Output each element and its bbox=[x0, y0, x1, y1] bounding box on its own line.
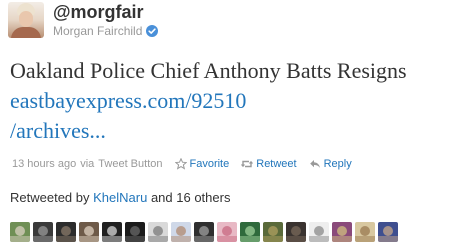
retweeter-avatar[interactable] bbox=[33, 222, 53, 242]
reply-arrow-icon bbox=[309, 158, 321, 170]
retweeter-avatar[interactable] bbox=[148, 222, 168, 242]
retweeter-avatars bbox=[10, 222, 401, 242]
retweeter-avatar[interactable] bbox=[332, 222, 352, 242]
retweeter-avatar[interactable] bbox=[56, 222, 76, 242]
retweeter-avatar-body bbox=[309, 236, 329, 242]
star-icon bbox=[174, 158, 187, 170]
retweeter-avatar-body bbox=[125, 236, 145, 242]
retweeter-avatar-body bbox=[332, 236, 352, 242]
retweeter-avatar-body bbox=[33, 236, 53, 242]
retweeter-avatar-face bbox=[383, 226, 393, 236]
verified-badge-icon bbox=[146, 25, 159, 37]
retweeted-by-line: Retweeted by KhelNaru and 16 others bbox=[10, 190, 230, 205]
retweeter-avatar-face bbox=[176, 226, 186, 236]
retweet-icon bbox=[241, 158, 254, 170]
retweeter-avatar-body bbox=[10, 236, 30, 242]
tweet-body: Oakland Police Chief Anthony Batts Resig… bbox=[10, 58, 407, 83]
author-full-name[interactable]: Morgan Fairchild bbox=[53, 24, 142, 38]
retweeter-avatar-face bbox=[222, 226, 232, 236]
tweet-meta: 13 hours ago via Tweet Button Favorite R… bbox=[12, 158, 352, 170]
retweeter-avatar-face bbox=[107, 226, 117, 236]
author-screen-name[interactable]: @morgfair bbox=[53, 2, 144, 23]
retweeter-link[interactable]: KhelNaru bbox=[93, 190, 147, 205]
retweeter-avatar[interactable] bbox=[10, 222, 30, 242]
retweeter-avatar[interactable] bbox=[125, 222, 145, 242]
retweeter-avatar-body bbox=[217, 236, 237, 242]
retweeter-avatar-face bbox=[337, 226, 347, 236]
retweeter-avatar-face bbox=[291, 226, 301, 236]
tweet-link-part-1: eastbayexpress.com/92510 bbox=[10, 88, 247, 113]
reply-label: Reply bbox=[323, 158, 352, 170]
via-label: via bbox=[80, 158, 95, 170]
retweeter-avatar-body bbox=[171, 236, 191, 242]
retweeter-avatar[interactable] bbox=[102, 222, 122, 242]
retweeter-avatar-face bbox=[268, 226, 278, 236]
retweeter-avatar-face bbox=[245, 226, 255, 236]
retweeter-avatar-face bbox=[314, 226, 324, 236]
avatar-shoulders bbox=[11, 27, 41, 38]
retweeter-avatar-face bbox=[38, 226, 48, 236]
retweeter-avatar-face bbox=[15, 226, 25, 236]
retweeter-avatar[interactable] bbox=[171, 222, 191, 242]
reply-button[interactable]: Reply bbox=[309, 158, 352, 170]
tweet-source-link[interactable]: Tweet Button bbox=[98, 158, 162, 170]
tweet-text: Oakland Police Chief Anthony Batts Resig… bbox=[10, 56, 465, 146]
avatar-face bbox=[19, 11, 33, 27]
retweeter-avatar-body bbox=[286, 236, 306, 242]
retweeter-avatar-face bbox=[130, 226, 140, 236]
retweeter-avatar-face bbox=[360, 226, 370, 236]
tweet-link-part-2: /archives... bbox=[10, 118, 106, 143]
retweeter-avatar-face bbox=[199, 226, 209, 236]
retweeter-avatar-body bbox=[194, 236, 214, 242]
retweet-button[interactable]: Retweet bbox=[241, 158, 297, 170]
retweeted-by-suffix: and 16 others bbox=[150, 190, 231, 205]
retweeter-avatar-body bbox=[355, 236, 375, 242]
favorite-button[interactable]: Favorite bbox=[174, 158, 230, 170]
retweeter-avatar-body bbox=[263, 236, 283, 242]
retweeter-avatar[interactable] bbox=[263, 222, 283, 242]
author-avatar[interactable] bbox=[8, 2, 44, 38]
retweeter-avatar-body bbox=[102, 236, 122, 242]
retweeted-by-prefix: Retweeted by bbox=[10, 190, 90, 205]
retweeter-avatar-body bbox=[56, 236, 76, 242]
retweeter-avatar-face bbox=[61, 226, 71, 236]
retweeter-avatar-body bbox=[240, 236, 260, 242]
retweeter-avatar-body bbox=[148, 236, 168, 242]
retweeter-avatar-body bbox=[378, 236, 398, 242]
retweeter-avatar-face bbox=[153, 226, 163, 236]
retweet-label: Retweet bbox=[256, 158, 297, 170]
favorite-label: Favorite bbox=[189, 158, 230, 170]
retweeter-avatar[interactable] bbox=[286, 222, 306, 242]
retweeter-avatar[interactable] bbox=[355, 222, 375, 242]
retweeter-avatar[interactable] bbox=[79, 222, 99, 242]
author-name-row: Morgan Fairchild bbox=[53, 24, 159, 38]
retweeter-avatar[interactable] bbox=[240, 222, 260, 242]
tweet-link[interactable]: eastbayexpress.com/92510/archives... bbox=[10, 88, 246, 143]
retweeter-avatar[interactable] bbox=[378, 222, 398, 242]
retweeter-avatar[interactable] bbox=[217, 222, 237, 242]
retweeter-avatar-body bbox=[79, 236, 99, 242]
retweeter-avatar[interactable] bbox=[194, 222, 214, 242]
retweeter-avatar-face bbox=[84, 226, 94, 236]
tweet-timestamp[interactable]: 13 hours ago bbox=[12, 158, 76, 170]
retweeter-avatar[interactable] bbox=[309, 222, 329, 242]
